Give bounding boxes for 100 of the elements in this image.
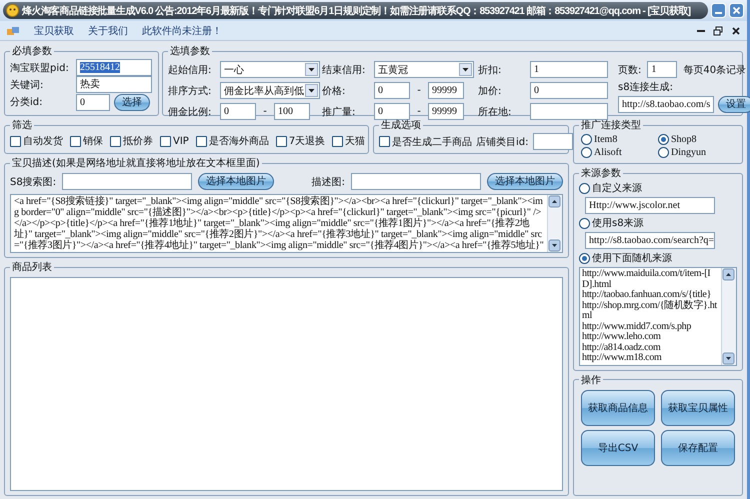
scrollbar[interactable] (721, 268, 736, 364)
app-icon (6, 4, 19, 17)
radio-button[interactable] (579, 252, 590, 264)
minimize-icon (711, 3, 726, 18)
group-title: 推广连接类型 (580, 118, 642, 132)
field-label: 加价: (478, 84, 502, 98)
scroll-up-icon[interactable] (722, 268, 735, 281)
radio-button[interactable] (581, 147, 592, 158)
url-field[interactable]: http://s8.taobao.com/s (618, 96, 714, 113)
text-field[interactable]: 99999 (428, 103, 464, 120)
field-label: 结束信用: (322, 64, 366, 76)
group-title: 必填参数 (11, 44, 53, 58)
choose-image-button[interactable]: 选择本地图片 (198, 173, 274, 190)
checkbox[interactable] (276, 136, 287, 146)
close-icon (729, 3, 744, 18)
text-field[interactable]: 25518412 (76, 59, 152, 76)
select-button[interactable]: 选择 (114, 94, 150, 111)
caret-icon (305, 63, 318, 76)
checkbox[interactable] (379, 136, 390, 147)
field-label: 描述图: (312, 176, 345, 188)
settings-button[interactable]: 设置 (718, 96, 750, 113)
group-title: 宝贝描述(如果是网络地址就直接将地址放在文本框里面) (11, 156, 261, 170)
text-field[interactable] (532, 133, 572, 150)
menu-item[interactable]: 此软件尚未注册！ (142, 24, 222, 38)
text-field[interactable]: 0 (220, 103, 256, 120)
radio-button[interactable] (579, 182, 590, 194)
checkbox-label[interactable]: 销保 (83, 134, 103, 148)
radio-label[interactable]: 使用s8来源 (592, 216, 644, 230)
checkbox[interactable] (10, 136, 21, 146)
radio-label[interactable]: Item8 (594, 134, 618, 145)
checkbox[interactable] (160, 136, 171, 146)
field-label: 所在地: (478, 106, 512, 118)
action-button[interactable]: 导出CSV (581, 430, 655, 466)
checkbox-label[interactable]: VIP (173, 136, 189, 146)
checkbox-label[interactable]: 天猫 (345, 134, 366, 148)
menu-item[interactable]: 关于我们 (88, 24, 128, 38)
text-field[interactable] (351, 173, 481, 190)
field-label: 折扣: (478, 64, 502, 76)
radio-button[interactable] (658, 134, 669, 145)
text-field[interactable]: 0 (374, 82, 410, 99)
checkbox-label[interactable]: 自动发货 (23, 134, 63, 148)
template-text: <a href="{S8搜索链接}" target="_blank"><img align="middle" src="{S8搜索图}"></a><br><a href="{clickurl}" target="_blank"><img border="0" align="middle" src="{描述图}"></a><br><p>{title}</p><p><a href="{clickurl}" target="_blank"><img src="{picurl}" /></a></p><p>{title}</p><a href="{推荐1地址}" target="_blank"><img align="middle" src="{推荐1图片}"></a><a href="{推荐2地址}" target="_blank"><img align="middle" src="{推荐2图片}"></a><a href="{推荐3地址}" target="_blank"><img align="middle" src="{推荐3图片}"></a><a href="{推荐4地址}" target="_blank"><img align="middle" src="{推荐4图片}"></a><a href="{推荐5地址}" (13, 195, 545, 252)
group-title: 选填参数 (169, 44, 211, 58)
text-field[interactable]: 热卖 (76, 76, 152, 94)
text-field[interactable]: 0 (76, 94, 110, 111)
minimize-icon (697, 30, 705, 32)
field-label: 页数: (618, 64, 642, 76)
radio-button[interactable] (658, 147, 669, 158)
action-button[interactable]: 获取宝贝属性 (661, 390, 735, 426)
radio-label[interactable]: 自定义来源 (592, 181, 642, 195)
scroll-down-icon[interactable] (548, 239, 561, 252)
range-separator: - (416, 85, 422, 96)
range-separator: - (262, 106, 268, 117)
field-label: 淘宝联盟pid: (10, 62, 70, 75)
text-field[interactable] (530, 103, 608, 120)
dropdown[interactable]: 一心 (220, 61, 320, 78)
checkbox[interactable] (332, 136, 344, 146)
group-title: 生成选项 (380, 118, 422, 132)
action-button[interactable]: 保存配置 (661, 430, 735, 466)
scroll-down-icon[interactable] (722, 352, 735, 364)
field-label: 店铺类目id: (476, 136, 528, 148)
group-title: 来源参数 (580, 166, 622, 180)
source-list-text: http://www.maiduila.com/t/item-[ID].html http://taobao.fanhuan.com/s/{title} http://shop.mrg.com/{随机数字}.html http://www.midd7.com/s.php http://www.leho.com http://a814.oadz.com http://www.m18.com (581, 268, 718, 364)
choose-image-button[interactable]: 选择本地图片 (487, 173, 563, 190)
text-field[interactable] (62, 173, 192, 190)
menu-item[interactable]: 宝贝获取 (34, 24, 74, 38)
scroll-up-icon[interactable] (548, 195, 561, 208)
field-label: 排序方式: (168, 84, 212, 98)
text-field[interactable]: 1 (530, 61, 608, 78)
source-list[interactable]: http://www.maiduila.com/t/item-[ID].html http://taobao.fanhuan.com/s/{title} http://shop.mrg.com/{随机数字}.html http://www.midd7.com/s.php http://www.leho.com http://a814.oadz.com http://www.m18.com (579, 267, 737, 366)
radio-label[interactable]: Dingyun (671, 147, 706, 158)
checkbox-label[interactable]: 抵价券 (123, 134, 153, 148)
checkbox-label[interactable]: 是否生成二手商品 (392, 134, 472, 148)
checkbox[interactable] (110, 136, 121, 146)
url-field[interactable]: Http://www.jscolor.net (585, 197, 715, 214)
dropdown[interactable]: 五黄冠 (374, 61, 474, 78)
field-label: S8搜索图: (10, 176, 56, 188)
group-title: 筛选 (11, 118, 33, 132)
radio-label[interactable]: Alisoft (594, 147, 622, 158)
text-field[interactable]: 0 (374, 103, 410, 120)
radio-button[interactable] (581, 134, 592, 145)
checkbox[interactable] (196, 136, 207, 146)
radio-label[interactable]: 使用下面随机来源 (592, 251, 672, 265)
text-field[interactable]: 0 (530, 82, 608, 99)
action-button[interactable]: 获取商品信息 (581, 390, 655, 426)
field-label: 佣金比例: (168, 106, 212, 118)
caret-icon (305, 84, 318, 97)
dropdown[interactable]: 佣金比率从高到低 (220, 82, 320, 99)
field-label: 价格: (322, 84, 346, 98)
checkbox-label[interactable]: 是否海外商品 (208, 134, 269, 148)
text-field[interactable]: 1 (647, 61, 678, 78)
checkbox[interactable] (70, 136, 81, 146)
text-field[interactable]: 99999 (428, 82, 464, 99)
radio-label[interactable]: Shop8 (671, 134, 697, 145)
text-field[interactable]: 100 (274, 103, 310, 120)
checkbox-label[interactable]: 7天退换 (288, 134, 326, 148)
group-title: 操作 (580, 374, 602, 386)
url-field[interactable]: http://s8.taobao.com/search?q= (585, 232, 715, 249)
radio-button[interactable] (579, 218, 590, 228)
scrollbar[interactable] (547, 195, 562, 252)
